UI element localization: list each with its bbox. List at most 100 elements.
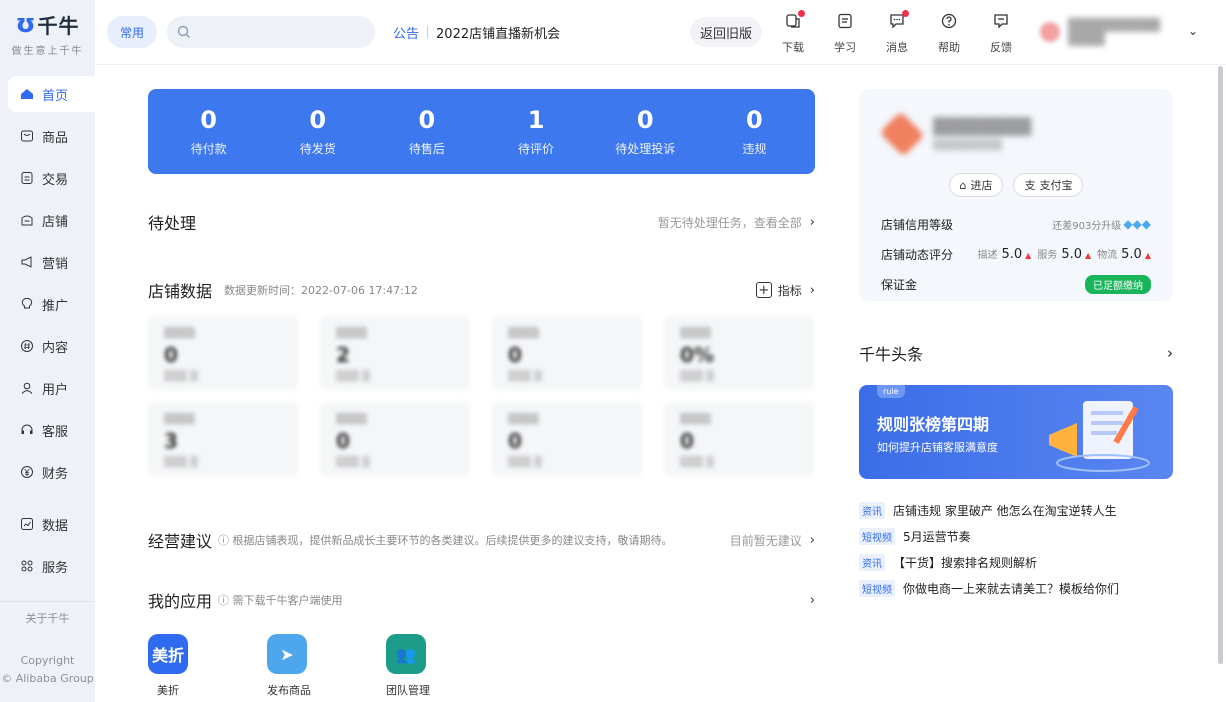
sidebar-item-7[interactable]: 用户 bbox=[8, 370, 95, 406]
stat-item[interactable]: 0 待售后 bbox=[377, 106, 477, 157]
copyright-label: Copyright bbox=[20, 654, 75, 667]
stat-item[interactable]: 0 待发货 bbox=[268, 106, 368, 157]
alipay-icon: 支 bbox=[1024, 179, 1036, 192]
sidebar-item-2[interactable]: 交易 bbox=[8, 160, 95, 196]
my-apps-title: 我的应用 bbox=[148, 592, 213, 611]
brand-slogan: 做生意上千牛 bbox=[11, 45, 84, 57]
sidebar-item-8[interactable]: 客服 bbox=[8, 412, 95, 448]
enter-shop-label: 进店 bbox=[970, 179, 993, 192]
bulb-icon bbox=[20, 297, 34, 311]
sidebar-item-label: 首页 bbox=[42, 88, 69, 104]
banner-brand-logo: rule bbox=[877, 385, 905, 398]
stat-item[interactable]: 0 待付款 bbox=[159, 106, 259, 157]
stat-value: 0 bbox=[200, 106, 217, 134]
notification-badge bbox=[798, 10, 805, 17]
headline-banner[interactable]: rule 规则张榜第四期 如何提升店铺客服满意度 bbox=[859, 385, 1173, 479]
dsr-score: 描述 5.0 ▲ bbox=[977, 246, 1031, 262]
main-content: 0 待付款 0 待发货 0 待售后 1 待评价 0 待处理投诉 0 违规 待处理 暂无待处理任务，查看… bbox=[148, 89, 815, 698]
stat-value: 0 bbox=[746, 106, 763, 134]
sidebar-item-label: 用户 bbox=[42, 382, 69, 398]
notice-text[interactable]: 2022店铺直播新机会 bbox=[436, 23, 560, 42]
apps-list: 美折 美折 ➤ 发布商品 👥 团队管理 bbox=[148, 634, 815, 698]
sidebar-item-4[interactable]: 营销 bbox=[8, 244, 95, 280]
advice-title: 经营建议 bbox=[148, 532, 213, 551]
home-icon bbox=[20, 87, 34, 101]
alipay-button[interactable]: 支支付宝 bbox=[1013, 173, 1084, 197]
app-icon: 美折 bbox=[148, 634, 188, 674]
tool-label: 帮助 bbox=[938, 41, 960, 54]
sidebar-item-label: 推广 bbox=[42, 298, 69, 314]
sidebar-item-5[interactable]: 推广 bbox=[8, 286, 95, 322]
pending-title: 待处理 bbox=[148, 214, 197, 233]
sidebar-item-11[interactable]: 服务 bbox=[8, 548, 95, 584]
old-version-button[interactable]: 返回旧版 bbox=[690, 17, 763, 47]
tool-help[interactable]: 帮助 bbox=[923, 12, 975, 55]
notice[interactable]: 公告 2022店铺直播新机会 bbox=[393, 23, 560, 42]
headline-item[interactable]: 资讯 【干货】搜索排名规则解析 bbox=[859, 549, 1173, 575]
sidebar-item-6[interactable]: 内容 bbox=[8, 328, 95, 364]
sidebar-item-3[interactable]: 店铺 bbox=[8, 202, 95, 238]
sidebar-item-label: 交易 bbox=[42, 172, 69, 188]
chevron-down-icon[interactable]: ⌄ bbox=[1188, 24, 1198, 38]
trade-icon bbox=[20, 171, 34, 185]
headline-item[interactable]: 短视频 你做电商一上来就去请美工？模板给你们 bbox=[859, 575, 1173, 601]
chevron-right-icon: › bbox=[809, 282, 815, 298]
banner-title: 规则张榜第四期 bbox=[877, 415, 990, 434]
indicator-button[interactable]: + 指标 › bbox=[755, 282, 815, 299]
stat-item[interactable]: 0 待处理投诉 bbox=[595, 106, 695, 157]
stat-label: 违规 bbox=[742, 142, 767, 156]
app-item[interactable]: 👥 团队管理 bbox=[386, 634, 505, 698]
tool-book[interactable]: 学习 bbox=[819, 12, 871, 55]
stat-item[interactable]: 1 待评价 bbox=[486, 106, 586, 157]
shop-data-card-blurred: ▒▒▒▒ 0 ▒▒▒ ▒ bbox=[492, 402, 642, 476]
frequent-button[interactable]: 常用 bbox=[107, 16, 158, 48]
tool-download[interactable]: 下载 bbox=[767, 10, 819, 55]
stat-label: 待发货 bbox=[299, 142, 336, 156]
pending-view-all[interactable]: 暂无待处理任务，查看全部 › bbox=[658, 214, 815, 231]
headline-tag: 资讯 bbox=[859, 553, 885, 571]
headline-tag: 短视频 bbox=[859, 579, 895, 597]
sidebar-item-0[interactable]: 首页 bbox=[8, 76, 95, 112]
chevron-right-icon[interactable]: › bbox=[1167, 344, 1173, 362]
dsr-score-value: 5.0 bbox=[1061, 247, 1082, 262]
sidebar-item-label: 店铺 bbox=[42, 214, 69, 230]
advice-right[interactable]: 目前暂无建议 › bbox=[730, 532, 815, 549]
indicator-label: 指标 bbox=[777, 283, 802, 298]
tool-feedback[interactable]: 反馈 bbox=[975, 12, 1027, 55]
stat-label: 待处理投诉 bbox=[615, 142, 676, 156]
app-icon: 👥 bbox=[386, 634, 426, 674]
top-bar: 常用 公告 2022店铺直播新机会 返回旧版 下载 学习 消息 帮助 反馈 ▒▒▒▒▒▒▒… bbox=[95, 0, 1226, 65]
headline-item[interactable]: 资讯 店铺违规 家里破产 他怎么在淘宝逆转人生 bbox=[859, 497, 1173, 523]
search-input[interactable] bbox=[197, 25, 368, 39]
headline-list: 资讯 店铺违规 家里破产 他怎么在淘宝逆转人生 短视频 5月运营节奏 资讯 【干货】搜索排… bbox=[859, 497, 1173, 601]
shop-data-grid: ▒▒▒▒ 0 ▒▒▒ ▒ ▒▒▒▒ 2 ▒▒▒ ▒ ▒▒▒▒ 0 ▒▒▒ ▒ ▒▒▒▒ 0% ▒▒▒ … bbox=[148, 316, 815, 476]
app-item[interactable]: 美折 美折 bbox=[148, 634, 267, 698]
feedback-icon bbox=[992, 12, 1010, 39]
about-link[interactable]: 关于千牛 bbox=[0, 601, 95, 652]
headline-text: 你做电商一上来就去请美工？模板给你们 bbox=[903, 581, 1120, 596]
app-item[interactable]: ➤ 发布商品 bbox=[267, 634, 386, 698]
my-apps-desc: ⓘ 需下载千牛客户端使用 bbox=[218, 594, 343, 607]
enter-shop-button[interactable]: ⌂ 进店 bbox=[948, 173, 1004, 197]
headline-item[interactable]: 短视频 5月运营节奏 bbox=[859, 523, 1173, 549]
user-profile[interactable]: ▒▒▒▒▒▒▒▒▒▒ ▒▒▒▒ bbox=[1040, 18, 1160, 46]
sidebar-item-label: 营销 bbox=[42, 256, 69, 272]
stat-item[interactable]: 0 违规 bbox=[704, 106, 804, 157]
my-apps-more[interactable]: › bbox=[802, 593, 815, 608]
arrow-up-icon: ▲ bbox=[1144, 251, 1151, 260]
diamond-icon: ◆◆◆ bbox=[1123, 217, 1151, 231]
dsr-score-value: 5.0 bbox=[1001, 247, 1023, 262]
qianniu-logo-icon: ʊ bbox=[15, 9, 36, 39]
search-box[interactable] bbox=[167, 16, 376, 48]
tool-label: 学习 bbox=[834, 41, 856, 54]
scrollbar[interactable] bbox=[1218, 66, 1223, 664]
company-label: © Alibaba Group bbox=[1, 672, 94, 685]
sidebar-item-9[interactable]: 财务 bbox=[8, 454, 95, 490]
sidebar-item-10[interactable]: 数据 bbox=[8, 506, 95, 542]
logo[interactable]: ʊ 千牛 做生意上千牛 bbox=[0, 0, 95, 66]
headset-icon bbox=[20, 423, 34, 437]
deposit-status-badge: 已足额缴纳 bbox=[1085, 274, 1151, 294]
shop-data-card-blurred: ▒▒▒▒ 0 ▒▒▒ ▒ bbox=[148, 316, 298, 390]
sidebar-item-1[interactable]: 商品 bbox=[8, 118, 95, 154]
tool-message[interactable]: 消息 bbox=[871, 10, 923, 55]
